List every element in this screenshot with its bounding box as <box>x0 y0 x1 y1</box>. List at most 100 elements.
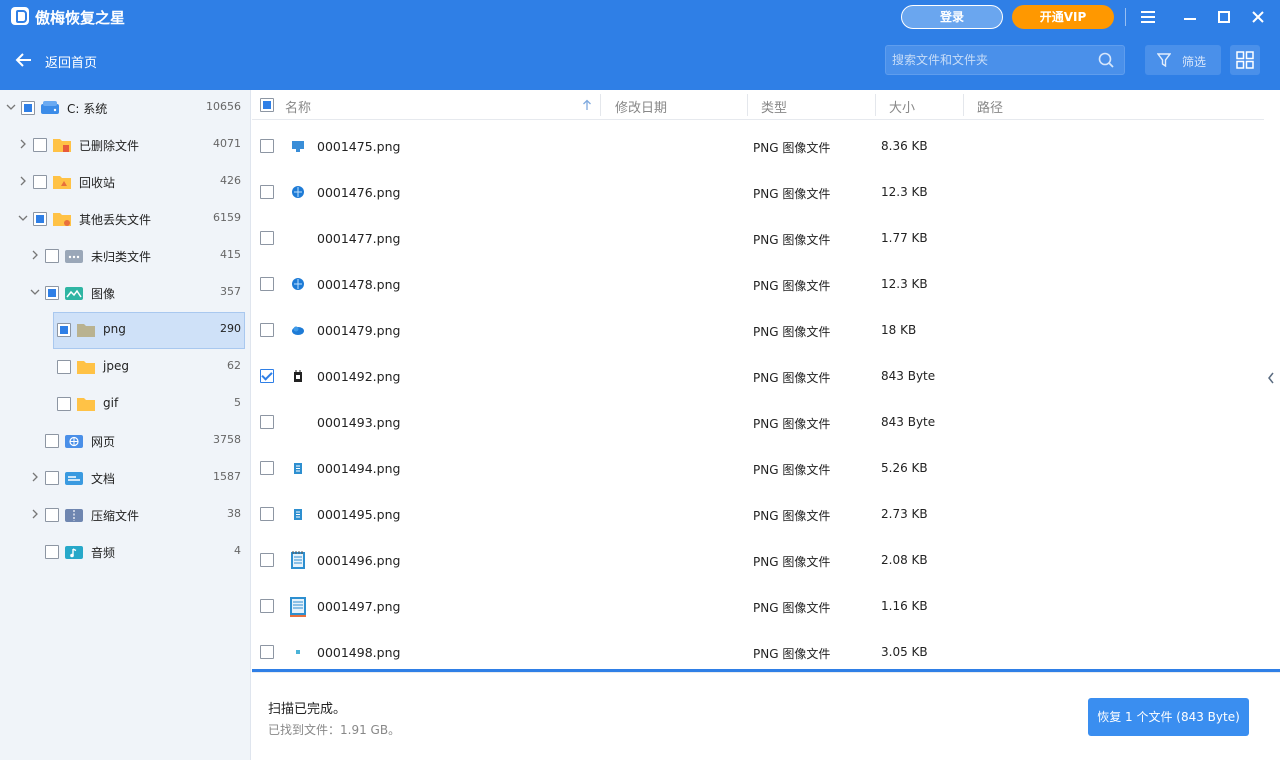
file-size: 843 Byte <box>881 415 936 429</box>
tree-checkbox[interactable] <box>45 434 59 448</box>
column-size-header[interactable]: 大小 <box>889 97 915 116</box>
grid-icon <box>1236 51 1254 69</box>
tree-item-label: png <box>103 322 126 336</box>
tree-checkbox[interactable] <box>45 471 59 485</box>
chevron-left-icon[interactable] <box>1267 372 1275 384</box>
tree-checkbox[interactable] <box>45 286 59 300</box>
row-checkbox[interactable] <box>260 323 274 337</box>
search-box[interactable] <box>885 45 1125 75</box>
row-checkbox[interactable] <box>260 231 274 245</box>
tree-item-count: 1587 <box>213 470 241 483</box>
app-header: 傲梅恢复之星 登录 开通VIP 返回首页 筛选 <box>0 0 1280 90</box>
tree-checkbox[interactable] <box>45 545 59 559</box>
file-row[interactable]: 0001493.png PNG 图像文件 843 Byte <box>252 399 1264 445</box>
chevron-right-icon[interactable] <box>30 472 40 482</box>
tree-item-images[interactable]: 图像 357 <box>0 275 251 311</box>
row-checkbox[interactable] <box>260 369 274 383</box>
row-checkbox[interactable] <box>260 507 274 521</box>
row-checkbox[interactable] <box>260 599 274 613</box>
column-divider[interactable] <box>747 94 748 116</box>
tree-checkbox[interactable] <box>57 323 71 337</box>
row-checkbox[interactable] <box>260 553 274 567</box>
column-modified-header[interactable]: 修改日期 <box>615 97 667 116</box>
row-checkbox[interactable] <box>260 277 274 291</box>
file-type: PNG 图像文件 <box>753 187 831 201</box>
chevron-right-icon[interactable] <box>30 509 40 519</box>
file-row[interactable]: 0001478.png PNG 图像文件 12.3 KB <box>252 261 1264 307</box>
file-row[interactable]: 0001498.png PNG 图像文件 3.05 KB <box>252 629 1264 670</box>
column-divider[interactable] <box>963 94 964 116</box>
tree-checkbox[interactable] <box>45 508 59 522</box>
file-row[interactable]: 0001497.png PNG 图像文件 1.16 KB <box>252 583 1264 629</box>
column-type-header[interactable]: 类型 <box>761 97 787 116</box>
column-path-header[interactable]: 路径 <box>977 97 1003 116</box>
search-input[interactable] <box>892 46 1092 74</box>
minimize-icon[interactable] <box>1178 5 1202 29</box>
menu-icon[interactable] <box>1136 5 1160 29</box>
chevron-down-icon[interactable] <box>6 102 16 112</box>
close-icon[interactable] <box>1246 5 1270 29</box>
select-all-checkbox[interactable] <box>260 98 274 112</box>
chevron-down-icon[interactable] <box>18 213 28 223</box>
tree-item-gif[interactable]: gif 5 <box>0 386 251 422</box>
tree-item-count: 426 <box>220 174 241 187</box>
tree-item-count: 6159 <box>213 211 241 224</box>
maximize-icon[interactable] <box>1212 5 1236 29</box>
file-row[interactable]: 0001475.png PNG 图像文件 8.36 KB <box>252 123 1264 169</box>
tree-item-recycle-bin[interactable]: 回收站 426 <box>0 164 251 200</box>
tree-item-documents[interactable]: 文档 1587 <box>0 460 251 496</box>
file-size: 12.3 KB <box>881 277 928 291</box>
back-arrow-icon[interactable] <box>14 52 32 72</box>
file-row[interactable]: 0001496.png PNG 图像文件 2.08 KB <box>252 537 1264 583</box>
filter-button[interactable]: 筛选 <box>1145 45 1221 75</box>
tree-checkbox[interactable] <box>45 249 59 263</box>
tree-item-other-lost-files[interactable]: 其他丢失文件 6159 <box>0 201 251 237</box>
chevron-right-icon[interactable] <box>18 139 28 149</box>
column-divider[interactable] <box>600 94 601 116</box>
tree-item-deleted-files[interactable]: 已删除文件 4071 <box>0 127 251 163</box>
tree-item-jpeg[interactable]: jpeg 62 <box>0 349 251 385</box>
chevron-down-icon[interactable] <box>30 287 40 297</box>
tree-checkbox[interactable] <box>33 212 47 226</box>
tree-item-c-drive[interactable]: C: 系统 10656 <box>0 90 251 126</box>
tree-item-label: 压缩文件 <box>91 509 140 523</box>
tree-item-webpages[interactable]: 网页 3758 <box>0 423 251 459</box>
file-row[interactable]: 0001495.png PNG 图像文件 2.73 KB <box>252 491 1264 537</box>
back-home-link[interactable]: 返回首页 <box>45 52 97 71</box>
tree-checkbox[interactable] <box>57 360 71 374</box>
file-row[interactable]: 0001476.png PNG 图像文件 12.3 KB <box>252 169 1264 215</box>
tree-item-uncategorized[interactable]: 未归类文件 415 <box>0 238 251 274</box>
row-checkbox[interactable] <box>260 461 274 475</box>
tree-item-label: 网页 <box>91 435 116 449</box>
file-row[interactable]: 0001479.png PNG 图像文件 18 KB <box>252 307 1264 353</box>
search-icon[interactable] <box>1098 52 1114 72</box>
row-checkbox[interactable] <box>260 415 274 429</box>
sort-up-icon[interactable] <box>582 99 592 111</box>
row-checkbox[interactable] <box>260 139 274 153</box>
tree-item-audio[interactable]: 音频 4 <box>0 534 251 570</box>
tree-item-label: 音频 <box>91 546 116 560</box>
file-name: 0001475.png <box>317 139 401 154</box>
file-name: 0001493.png <box>317 415 401 430</box>
tree-checkbox[interactable] <box>33 138 47 152</box>
file-row[interactable]: 0001492.png PNG 图像文件 843 Byte <box>252 353 1264 399</box>
file-row[interactable]: 0001477.png PNG 图像文件 1.77 KB <box>252 215 1264 261</box>
file-name: 0001496.png <box>317 553 401 568</box>
chevron-right-icon[interactable] <box>30 250 40 260</box>
column-divider[interactable] <box>875 94 876 116</box>
file-row[interactable]: 0001494.png PNG 图像文件 5.26 KB <box>252 445 1264 491</box>
vip-button[interactable]: 开通VIP <box>1012 5 1114 29</box>
tree-checkbox[interactable] <box>33 175 47 189</box>
login-button[interactable]: 登录 <box>901 5 1003 29</box>
tree-item-archives[interactable]: 压缩文件 38 <box>0 497 251 533</box>
grid-view-button[interactable] <box>1230 45 1260 75</box>
recover-button[interactable]: 恢复 1 个文件 (843 Byte) <box>1088 698 1249 736</box>
row-checkbox[interactable] <box>260 185 274 199</box>
titlebar-divider <box>1125 8 1126 26</box>
row-checkbox[interactable] <box>260 645 274 659</box>
tree-checkbox[interactable] <box>57 397 71 411</box>
column-name-header[interactable]: 名称 <box>285 97 311 116</box>
chevron-right-icon[interactable] <box>18 176 28 186</box>
tree-checkbox[interactable] <box>21 101 35 115</box>
tree-item-png[interactable]: png 290 <box>0 312 251 349</box>
